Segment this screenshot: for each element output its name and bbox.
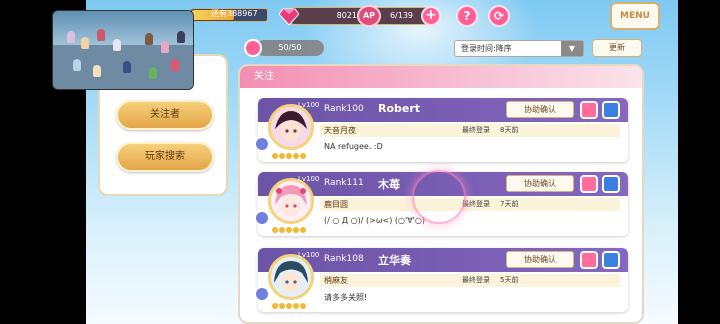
support-confirm-button[interactable]: 协助确认 <box>506 101 574 118</box>
tap-effect-ring <box>412 170 466 224</box>
star-icon <box>300 303 306 309</box>
section-title: 关注 <box>240 66 642 88</box>
ap-value: 6/139 <box>389 11 413 20</box>
letterbox-right <box>678 0 720 324</box>
star-icon <box>279 303 285 309</box>
message-icon[interactable] <box>602 101 620 119</box>
friend-card[interactable]: Lv 100 Rank100 Robert 协助确认 天音月夜 最终登录 8天前… <box>254 98 628 162</box>
level-value: 100 <box>306 175 320 183</box>
top-status-bar: 还有388967 8021 + AP 6/139 + ? ⟳ <box>190 4 678 28</box>
level-prefix: Lv <box>298 175 307 183</box>
thumbnail-character <box>73 59 81 71</box>
message-icon[interactable] <box>602 175 620 193</box>
avatar-portrait <box>271 257 311 297</box>
rank-text: Rank100 <box>324 104 364 114</box>
refresh-button[interactable]: 更新 <box>592 39 642 57</box>
leader-character-name: 梢麻友 <box>324 276 348 285</box>
last-login-time: 8天前 <box>500 126 519 134</box>
refresh-icon[interactable]: ⟳ <box>488 5 510 27</box>
avatar-portrait <box>271 181 311 221</box>
friend-info-row: 梢麻友 最终登录 5天前 <box>320 274 620 287</box>
rank-text: Rank111 <box>324 178 364 188</box>
star-icon <box>279 153 285 159</box>
star-icon <box>293 303 299 309</box>
star-icon <box>286 303 292 309</box>
profile-icon[interactable] <box>580 175 598 193</box>
thumbnail-character <box>149 67 157 79</box>
gem-count: 8021 <box>336 11 357 20</box>
sort-select[interactable]: 登录时间:降序 ▼ <box>454 40 584 57</box>
exp-remaining-text: 还有388967 <box>211 9 258 18</box>
sort-value: 登录时间:降序 <box>461 44 512 53</box>
thumbnail-character <box>123 61 131 73</box>
following-button[interactable]: 关注者 <box>116 100 214 130</box>
message-icon[interactable] <box>602 251 620 269</box>
player-comment: 请多多关照! <box>324 293 368 302</box>
level-value: 100 <box>306 251 320 259</box>
player-name: Robert <box>378 102 421 115</box>
menu-button[interactable]: MENU <box>610 2 660 30</box>
thumbnail-character <box>93 65 101 77</box>
star-icon <box>293 227 299 233</box>
friend-info-row: 天音月夜 最终登录 8天前 <box>320 124 620 137</box>
star-icon <box>286 227 292 233</box>
attribute-icon <box>254 136 270 152</box>
thumbnail-character <box>67 31 75 43</box>
star-icon <box>272 227 278 233</box>
thumbnail-character <box>161 41 169 53</box>
last-login-label: 最终登录 <box>462 126 490 134</box>
game-screen: 还有388967 8021 + AP 6/139 + ? ⟳ MENU 关注者 … <box>0 0 720 324</box>
rank-text: Rank108 <box>324 254 364 264</box>
thumbnail-character <box>177 31 185 43</box>
chevron-down-icon: ▼ <box>561 41 583 56</box>
star-icon <box>300 227 306 233</box>
rarity-stars <box>272 144 307 159</box>
player-name: 立华奏 <box>378 254 411 267</box>
star-icon <box>279 227 285 233</box>
thumbnail-character <box>171 59 179 71</box>
friend-info-row: 鹿目圆 最终登录 7天前 <box>320 198 620 211</box>
last-login-label: 最终登录 <box>462 200 490 208</box>
attribute-icon <box>254 210 270 226</box>
question-icon[interactable]: ? <box>456 5 478 27</box>
thumbnail-character <box>113 39 121 51</box>
thumbnail-character <box>145 33 153 45</box>
support-confirm-button[interactable]: 协助确认 <box>506 251 574 268</box>
star-icon <box>286 153 292 159</box>
exp-bar: 还有388967 <box>190 8 268 22</box>
friend-card[interactable]: Lv 100 Rank108 立华奏 协助确认 梢麻友 最终登录 5天前 请多多… <box>254 248 628 312</box>
player-name: 木苺 <box>378 178 400 191</box>
rarity-stars <box>272 218 307 233</box>
leader-character-name: 天音月夜 <box>324 126 356 135</box>
player-search-button[interactable]: 玩家搜索 <box>116 142 214 172</box>
add-ap-button[interactable]: + <box>421 6 441 26</box>
level-prefix: Lv <box>298 251 307 259</box>
avatar-portrait <box>271 107 311 147</box>
last-login-time: 5天前 <box>500 276 519 284</box>
star-icon <box>293 153 299 159</box>
profile-icon[interactable] <box>580 101 598 119</box>
ap-bar: AP 6/139 + <box>357 5 441 27</box>
star-icon <box>272 303 278 309</box>
last-login-time: 7天前 <box>500 200 519 208</box>
player-comment: (/ ○ Д ○)/ (>ω<) (○'∀'○) <box>324 216 425 225</box>
player-comment: NA refugee. :D <box>324 142 383 151</box>
support-confirm-button[interactable]: 协助确认 <box>506 175 574 192</box>
leader-character-name: 鹿目圆 <box>324 200 348 209</box>
profile-icon[interactable] <box>580 251 598 269</box>
star-icon <box>272 153 278 159</box>
attribute-icon <box>254 286 270 302</box>
level-prefix: Lv <box>298 101 307 109</box>
gem-icon <box>279 8 299 25</box>
last-login-label: 最终登录 <box>462 276 490 284</box>
thumbnail-character <box>97 29 105 41</box>
battle-video-thumbnail[interactable] <box>52 10 194 90</box>
thumbnail-character <box>81 37 89 49</box>
rarity-stars <box>272 294 307 309</box>
level-value: 100 <box>306 101 320 109</box>
ap-icon: AP <box>357 5 381 27</box>
friend-icon <box>244 39 262 57</box>
friend-count: 50/50 <box>256 40 324 56</box>
star-icon <box>300 153 306 159</box>
